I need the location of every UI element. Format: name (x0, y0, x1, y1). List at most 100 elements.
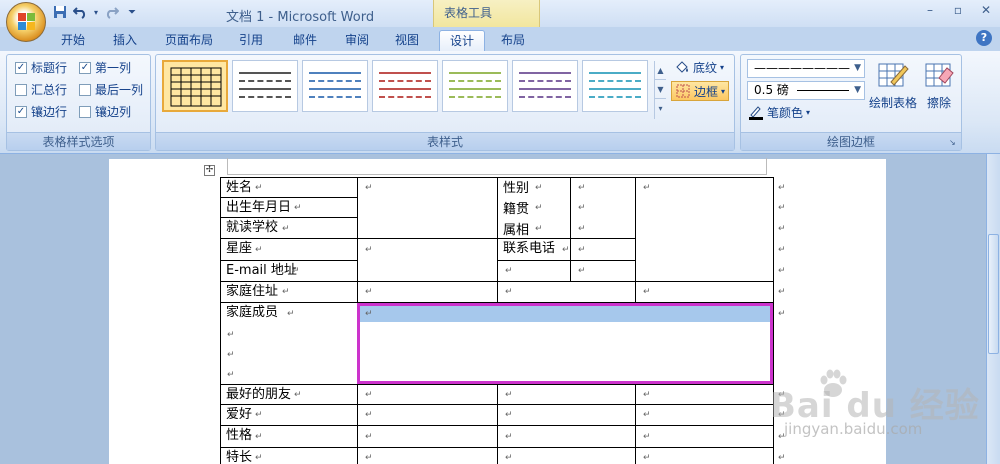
cell-label-email[interactable]: E-mail 地址 (220, 260, 358, 282)
help-icon[interactable]: ? (976, 30, 992, 46)
tab-view[interactable]: 视图 (386, 30, 428, 51)
tab-insert[interactable]: 插入 (104, 30, 146, 51)
banded-rows-label: 镶边行 (31, 105, 68, 119)
customize-icon[interactable]: ⏷ (124, 5, 140, 21)
para-mark: ↵ (227, 370, 235, 380)
option-first-column[interactable]: ✓ 第一列 (79, 59, 131, 76)
draw-table-button[interactable]: 绘制表格 (867, 60, 919, 111)
cell-friend-c[interactable] (497, 384, 636, 405)
cell-label-name[interactable]: 姓名 (220, 177, 358, 198)
close-button[interactable]: ✕ (972, 0, 1000, 20)
cell-friend-d[interactable] (635, 384, 774, 405)
para-mark: ↵ (227, 330, 235, 340)
table-move-handle-icon[interactable]: ✢ (204, 165, 215, 176)
cell-label-zodiac[interactable]: 星座 (220, 238, 358, 261)
line-style-dropdown[interactable]: ———————— ▼ (747, 59, 865, 78)
table-style-green[interactable] (442, 60, 508, 112)
eraser-icon (923, 60, 955, 92)
para-mark: ↵ (778, 309, 786, 319)
undo-icon[interactable] (72, 5, 88, 21)
cell-photo[interactable] (635, 177, 774, 282)
option-total-row[interactable]: 汇总行 (15, 81, 67, 98)
para-mark: ↵ (292, 266, 300, 276)
para-mark: ↵ (282, 287, 290, 297)
tab-home[interactable]: 开始 (52, 30, 94, 51)
cell-personality-b[interactable] (357, 425, 498, 448)
scroll-thumb[interactable] (988, 234, 999, 354)
cell-value-address-3[interactable] (635, 281, 774, 303)
option-banded-columns[interactable]: 镶边列 (79, 103, 131, 120)
save-icon[interactable] (52, 5, 68, 21)
minimize-button[interactable]: – (916, 0, 944, 20)
app-title: 文档 1 - Microsoft Word (226, 10, 375, 25)
tab-layout[interactable]: 布局 (492, 30, 534, 51)
cell-friend-b[interactable] (357, 384, 498, 405)
redo-icon[interactable] (104, 5, 120, 21)
shading-button[interactable]: 底纹 ▾ (671, 57, 727, 77)
table-style-purple[interactable] (512, 60, 578, 112)
table-style-red[interactable] (372, 60, 438, 112)
cell-personality-c[interactable] (497, 425, 636, 448)
para-mark: ↵ (505, 410, 513, 420)
group-label-table-styles: 表样式 (156, 132, 734, 150)
cell-value-zodiac-group[interactable] (357, 238, 498, 282)
cell-hobby-b[interactable] (357, 404, 498, 426)
cell-skill-d[interactable] (635, 447, 774, 464)
table-style-dark[interactable] (232, 60, 298, 112)
table-style-grid[interactable] (162, 60, 228, 112)
option-last-column[interactable]: 最后一列 (79, 81, 143, 98)
cell-label-personality[interactable]: 性格 (220, 425, 358, 448)
para-mark: ↵ (578, 183, 586, 193)
para-mark: ↵ (365, 410, 373, 420)
header-row-checkbox[interactable]: ✓ (15, 61, 27, 74)
cell-hobby-d[interactable] (635, 404, 774, 426)
office-button[interactable] (6, 2, 46, 42)
cell-label-phone[interactable]: 联系电话 (497, 238, 571, 261)
undo-dropdown-icon[interactable]: ▾ (92, 5, 100, 21)
para-mark: ↵ (294, 203, 302, 213)
cell-hobby-c[interactable] (497, 404, 636, 426)
cell-value-name-group[interactable] (357, 177, 498, 239)
total-row-checkbox[interactable] (15, 83, 27, 96)
option-header-row[interactable]: ✓ 标题行 (15, 59, 67, 76)
dialog-launcher-icon[interactable]: ↘ (949, 138, 958, 147)
para-mark: ↵ (578, 266, 586, 276)
table-style-blue[interactable] (302, 60, 368, 112)
borders-button[interactable]: 边框 ▾ (671, 81, 730, 101)
tab-review[interactable]: 审阅 (336, 30, 378, 51)
gallery-up-icon[interactable]: ▲ (655, 61, 666, 80)
gallery-down-icon[interactable]: ▼ (655, 80, 666, 99)
tab-mailings[interactable]: 邮件 (284, 30, 326, 51)
tab-page-layout[interactable]: 页面布局 (158, 30, 220, 51)
eraser-label: 擦除 (926, 96, 951, 110)
cell-label-skill[interactable]: 特长 (220, 447, 358, 464)
tab-design[interactable]: 设计 (439, 30, 485, 51)
gallery-scrollbar[interactable]: ▲ ▼ ▾ (654, 61, 666, 119)
group-table-style-options: ✓ 标题行 ✓ 第一列 汇总行 最后一列 ✓ 镶边行 镶边列 表格样式选项 (6, 54, 151, 151)
first-column-checkbox[interactable]: ✓ (79, 61, 91, 74)
eraser-button[interactable]: 擦除 (919, 60, 959, 111)
cell-personality-d[interactable] (635, 425, 774, 448)
cell-label-friend[interactable]: 最好的朋友 (220, 384, 358, 405)
cell-label-birth[interactable]: 出生年月日 (220, 197, 358, 218)
cell-label-hobby[interactable]: 爱好 (220, 404, 358, 426)
vertical-scrollbar[interactable] (986, 154, 1000, 464)
banded-columns-checkbox[interactable] (79, 105, 91, 118)
banded-rows-checkbox[interactable]: ✓ (15, 105, 27, 118)
line-weight-dropdown[interactable]: 0.5 磅 ▼ (747, 81, 865, 100)
table-style-aqua[interactable] (582, 60, 648, 112)
cell-value-address-2[interactable] (497, 281, 636, 303)
table-tools-label: 表格工具 (444, 6, 493, 20)
pen-color-button[interactable]: 笔颜色 ▾ (745, 102, 813, 122)
restore-button[interactable]: ▫ (944, 0, 972, 20)
line-weight-dropdown-icon: ▼ (854, 85, 861, 95)
last-column-checkbox[interactable] (79, 83, 91, 96)
gallery-more-icon[interactable]: ▾ (655, 99, 666, 118)
tab-references[interactable]: 引用 (230, 30, 272, 51)
cell-value-address[interactable] (357, 281, 498, 303)
cell-label-gender-group[interactable]: 性别 籍贯 属相 (497, 177, 571, 239)
shading-label: 底纹 (693, 60, 718, 75)
cell-skill-b[interactable] (357, 447, 498, 464)
option-banded-rows[interactable]: ✓ 镶边行 (15, 103, 67, 120)
cell-skill-c[interactable] (497, 447, 636, 464)
